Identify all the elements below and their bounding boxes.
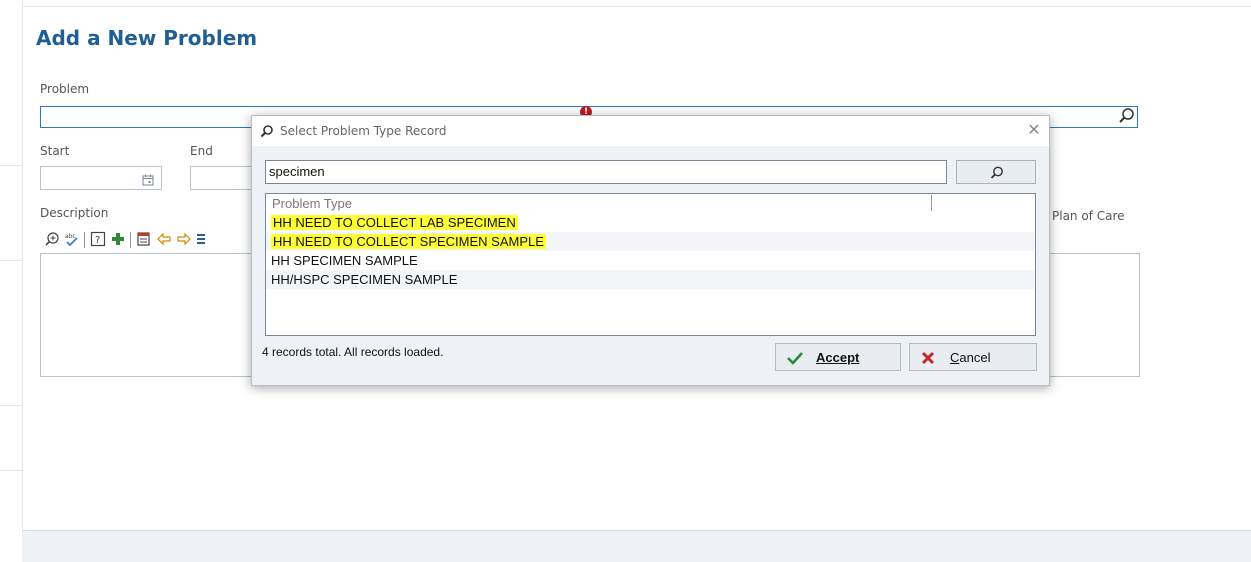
column-header-problem-type[interactable]: Problem Type [272, 196, 352, 211]
arrow-left-icon[interactable] [156, 231, 172, 247]
insert-window-icon[interactable] [136, 231, 152, 247]
spell-check-icon[interactable]: abc [64, 231, 80, 247]
select-problem-type-dialog: Select Problem Type Record ✕ specimen Pr… [251, 115, 1050, 386]
arrow-right-icon[interactable] [176, 231, 192, 247]
list-item-label: HH NEED TO COLLECT SPECIMEN SAMPLE [271, 234, 546, 249]
search-input[interactable]: specimen [265, 160, 947, 184]
problem-label: Problem [40, 82, 90, 96]
svg-text:?: ? [95, 235, 100, 246]
list-item-label: HH NEED TO COLLECT LAB SPECIMEN [271, 215, 518, 230]
magnifier-icon [260, 123, 274, 138]
svg-text:abc: abc [65, 233, 76, 240]
close-icon[interactable]: ✕ [1026, 122, 1042, 138]
toolbar-separator [84, 232, 85, 248]
bottom-bar [22, 530, 1251, 562]
end-label: End [190, 144, 213, 158]
list-icon[interactable] [196, 231, 212, 247]
top-strip [0, 0, 1251, 7]
zoom-in-icon[interactable] [44, 231, 60, 247]
list-item-label: HH SPECIMEN SAMPLE [271, 253, 418, 268]
cancel-label: Cancel [950, 350, 991, 365]
list-item[interactable]: HH/HSPC SPECIMEN SAMPLE [266, 270, 1035, 289]
description-label: Description [40, 206, 109, 220]
left-strip [0, 0, 23, 561]
records-status: 4 records total. All records loaded. [262, 345, 444, 359]
dialog-body: specimen Problem Type HH NEED TO COLLECT… [252, 146, 1049, 385]
dialog-titlebar: Select Problem Type Record ✕ [252, 116, 1049, 146]
list-item[interactable]: HH NEED TO COLLECT LAB SPECIMEN [266, 213, 1035, 232]
calendar-icon[interactable] [142, 171, 154, 186]
cancel-button[interactable]: Cancel [909, 343, 1037, 371]
x-icon [920, 350, 936, 369]
start-label: Start [40, 144, 70, 158]
search-button[interactable] [956, 160, 1036, 184]
toolbar-separator [130, 232, 131, 248]
magnifier-icon [990, 166, 1003, 179]
list-item[interactable]: HH NEED TO COLLECT SPECIMEN SAMPLE [266, 232, 1035, 251]
column-separator[interactable] [931, 195, 932, 211]
add-icon[interactable] [110, 231, 126, 247]
page-title: Add a New Problem [36, 26, 258, 50]
checkmark-icon [786, 350, 804, 369]
dialog-title: Select Problem Type Record [280, 124, 447, 138]
list-item[interactable]: HH SPECIMEN SAMPLE [266, 251, 1035, 270]
accept-button[interactable]: Accept [775, 343, 901, 371]
help-icon[interactable]: ? [90, 231, 106, 247]
list-header[interactable]: Problem Type [266, 194, 1035, 213]
magnifier-icon[interactable] [1118, 107, 1136, 125]
accept-label: Accept [816, 350, 860, 365]
list-item-label: HH/HSPC SPECIMEN SAMPLE [271, 272, 458, 287]
problem-type-list: Problem Type HH NEED TO COLLECT LAB SPEC… [265, 193, 1036, 336]
plan-of-care-label: Plan of Care [1052, 209, 1125, 223]
